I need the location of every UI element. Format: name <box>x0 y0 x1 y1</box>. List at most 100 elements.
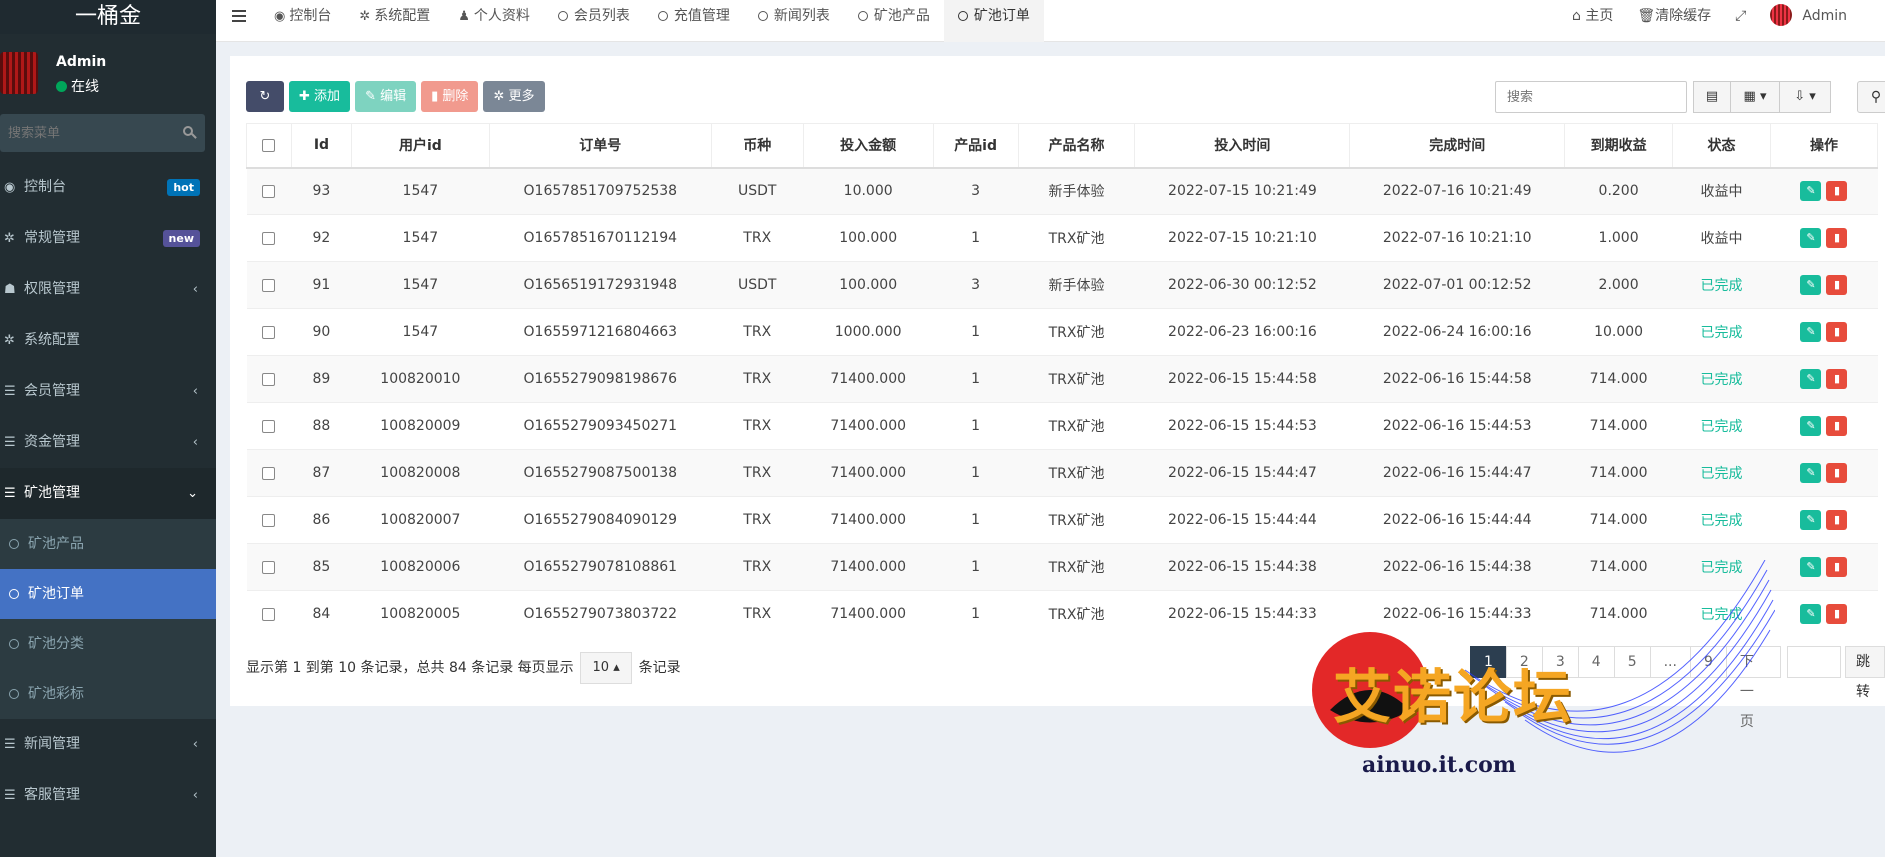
row-checkbox[interactable] <box>262 278 276 292</box>
row-select-cell[interactable] <box>246 355 292 403</box>
row-checkbox[interactable] <box>262 231 276 245</box>
sidebar-item-funds[interactable]: ☰ 资金管理 ‹ <box>0 417 216 468</box>
row-delete-button[interactable]: ▮ <box>1826 463 1848 483</box>
table-row[interactable]: 85 100820006 O1655279078108861 TRX 71400.000… <box>246 543 1878 591</box>
row-edit-button[interactable]: ✎ <box>1800 322 1822 342</box>
table-row[interactable]: 92 1547 O1657851670112194 TRX 100.000 1 TRX矿池 2… <box>246 214 1878 262</box>
col-start-time[interactable]: 投入时间 <box>1134 123 1351 169</box>
toggle-view-button[interactable]: ▤ <box>1693 81 1731 113</box>
row-edit-button[interactable]: ✎ <box>1800 275 1822 295</box>
row-edit-button[interactable]: ✎ <box>1800 604 1822 625</box>
table-search-input[interactable] <box>1495 81 1687 113</box>
row-checkbox[interactable] <box>262 466 276 480</box>
row-checkbox[interactable] <box>262 560 276 574</box>
table-row[interactable]: 84 100820005 O1655279073803722 TRX 71400.000… <box>246 590 1878 638</box>
col-id[interactable]: Id <box>290 123 352 169</box>
col-yield[interactable]: 到期收益 <box>1564 123 1674 169</box>
sidebar-subitem-pool-orders[interactable]: 矿池订单 <box>0 569 216 619</box>
table-row[interactable]: 91 1547 O1656519172931948 USDT 100.000 3 新手体验 2… <box>246 261 1878 309</box>
page-size-select[interactable]: 10 ▴ <box>580 652 633 684</box>
advanced-search-button[interactable]: ⚲ <box>1857 81 1885 113</box>
row-delete-button[interactable]: ▮ <box>1826 604 1848 625</box>
sidebar-subitem-pool-categories[interactable]: 矿池分类 <box>0 619 216 669</box>
row-edit-button[interactable]: ✎ <box>1800 416 1822 436</box>
table-row[interactable]: 89 100820010 O1655279098198676 TRX 71400.000… <box>246 355 1878 403</box>
row-delete-button[interactable]: ▮ <box>1826 181 1848 202</box>
select-all-checkbox[interactable] <box>262 138 276 152</box>
col-product-name[interactable]: 产品名称 <box>1017 123 1136 169</box>
col-amount[interactable]: 投入金额 <box>802 123 934 169</box>
tab-pool-orders[interactable]: 矿池订单 <box>943 0 1044 42</box>
col-order-no[interactable]: 订单号 <box>488 123 712 169</box>
col-currency[interactable]: 币种 <box>710 123 804 169</box>
add-button[interactable]: ✚ 添加 <box>289 81 351 112</box>
row-checkbox[interactable] <box>262 419 276 433</box>
row-checkbox[interactable] <box>262 325 276 339</box>
sidebar-subitem-pool-products[interactable]: 矿池产品 <box>0 519 216 569</box>
more-button[interactable]: ✲ 更多 <box>483 81 545 112</box>
select-all-header[interactable] <box>246 123 292 169</box>
sidebar-item-news[interactable]: ☰ 新闻管理 ‹ <box>0 719 216 770</box>
page-4[interactable]: 4 <box>1577 646 1615 678</box>
row-select-cell[interactable] <box>246 590 292 638</box>
table-row[interactable]: 87 100820008 O1655279087500138 TRX 71400.000… <box>246 449 1878 497</box>
refresh-button[interactable]: ↻ <box>246 81 284 112</box>
row-edit-button[interactable]: ✎ <box>1800 463 1822 483</box>
admin-menu[interactable]: Admin <box>1758 0 1885 42</box>
row-select-cell[interactable] <box>246 261 292 309</box>
fullscreen-button[interactable]: ⤢ <box>1723 0 1758 42</box>
page-5[interactable]: 5 <box>1613 646 1651 678</box>
sidebar-search-input[interactable] <box>0 114 205 152</box>
row-edit-button[interactable]: ✎ <box>1800 510 1822 530</box>
col-end-time[interactable]: 完成时间 <box>1349 123 1566 169</box>
row-checkbox[interactable] <box>262 372 276 386</box>
sidebar-item-permissions[interactable]: ☗ 权限管理 ‹ <box>0 264 216 315</box>
row-checkbox[interactable] <box>262 607 276 621</box>
sidebar-item-system[interactable]: ✲ 系统配置 <box>0 315 216 366</box>
row-select-cell[interactable] <box>246 214 292 262</box>
col-product-id[interactable]: 产品id <box>932 123 1019 169</box>
row-edit-button[interactable]: ✎ <box>1800 557 1822 577</box>
tab-profile[interactable]: ♟ 个人资料 <box>444 0 544 42</box>
page-9[interactable]: 9 <box>1689 646 1727 678</box>
search-icon[interactable] <box>183 126 193 136</box>
row-checkbox[interactable] <box>262 184 276 198</box>
delete-button[interactable]: ▮ 删除 <box>421 81 479 112</box>
table-row[interactable]: 86 100820007 O1655279084090129 TRX 71400.000… <box>246 496 1878 544</box>
table-row[interactable]: 88 100820009 O1655279093450271 TRX 71400.000… <box>246 402 1878 450</box>
row-delete-button[interactable]: ▮ <box>1826 510 1848 530</box>
row-edit-button[interactable]: ✎ <box>1800 181 1822 202</box>
row-select-cell[interactable] <box>246 402 292 450</box>
row-checkbox[interactable] <box>262 513 276 527</box>
row-select-cell[interactable] <box>246 167 292 215</box>
tab-dashboard[interactable]: ◉ 控制台 <box>260 0 345 42</box>
col-status[interactable]: 状态 <box>1672 123 1771 169</box>
sidebar-item-general[interactable]: ✲ 常规管理 new <box>0 213 216 264</box>
row-select-cell[interactable] <box>246 496 292 544</box>
row-select-cell[interactable] <box>246 543 292 591</box>
row-delete-button[interactable]: ▮ <box>1826 557 1848 577</box>
tab-news-list[interactable]: 新闻列表 <box>744 0 844 42</box>
edit-button[interactable]: ✎ 编辑 <box>355 81 417 112</box>
row-select-cell[interactable] <box>246 449 292 497</box>
home-link[interactable]: ⌂ 主页 <box>1560 0 1625 42</box>
row-select-cell[interactable] <box>246 308 292 356</box>
page-jump-button[interactable]: 跳转 <box>1844 646 1885 700</box>
tab-member-list[interactable]: 会员列表 <box>544 0 644 42</box>
sidebar-item-pools[interactable]: ☰ 矿池管理 ⌄ <box>0 468 216 519</box>
sidebar-item-members[interactable]: ☰ 会员管理 ‹ <box>0 366 216 417</box>
row-edit-button[interactable]: ✎ <box>1800 369 1822 389</box>
page-jump-input[interactable] <box>1786 646 1841 678</box>
table-row[interactable]: 90 1547 O1655971216804663 TRX 1000.000 1 TRX矿池… <box>246 308 1878 356</box>
row-edit-button[interactable]: ✎ <box>1800 228 1822 248</box>
tab-system-config[interactable]: ✲ 系统配置 <box>345 0 444 42</box>
col-user-id[interactable]: 用户id <box>350 123 490 169</box>
clear-cache-link[interactable]: 🗑清除缓存 <box>1625 0 1723 42</box>
next-page[interactable]: 下一页 <box>1725 646 1781 730</box>
row-delete-button[interactable]: ▮ <box>1826 416 1848 436</box>
sidebar-item-dashboard[interactable]: ◉ 控制台 hot <box>0 162 216 213</box>
row-delete-button[interactable]: ▮ <box>1826 275 1848 295</box>
app-logo[interactable]: 一桶金 <box>0 0 216 34</box>
menu-toggle-icon[interactable] <box>232 10 246 22</box>
row-delete-button[interactable]: ▮ <box>1826 322 1848 342</box>
